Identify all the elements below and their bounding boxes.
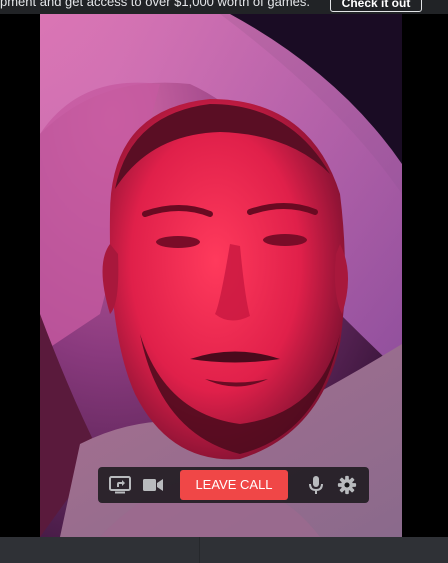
video-area xyxy=(0,14,448,537)
bottom-divider xyxy=(199,537,200,563)
bottom-bar xyxy=(0,537,448,563)
screen-share-icon[interactable] xyxy=(109,475,131,495)
gear-icon[interactable] xyxy=(336,475,358,495)
remote-video-feed xyxy=(40,14,402,537)
video-frame-image xyxy=(40,14,402,537)
microphone-icon[interactable] xyxy=(305,475,327,495)
video-camera-icon[interactable] xyxy=(142,475,164,495)
promo-text: pment and get access to over $1,000 wort… xyxy=(0,0,311,9)
leave-call-button[interactable]: LEAVE CALL xyxy=(180,470,288,500)
call-controls-bar: LEAVE CALL xyxy=(98,467,369,503)
video-call-window: pment and get access to over $1,000 wort… xyxy=(0,0,448,563)
promo-banner: pment and get access to over $1,000 wort… xyxy=(0,0,448,14)
check-it-out-button[interactable]: Check it out xyxy=(330,0,422,12)
